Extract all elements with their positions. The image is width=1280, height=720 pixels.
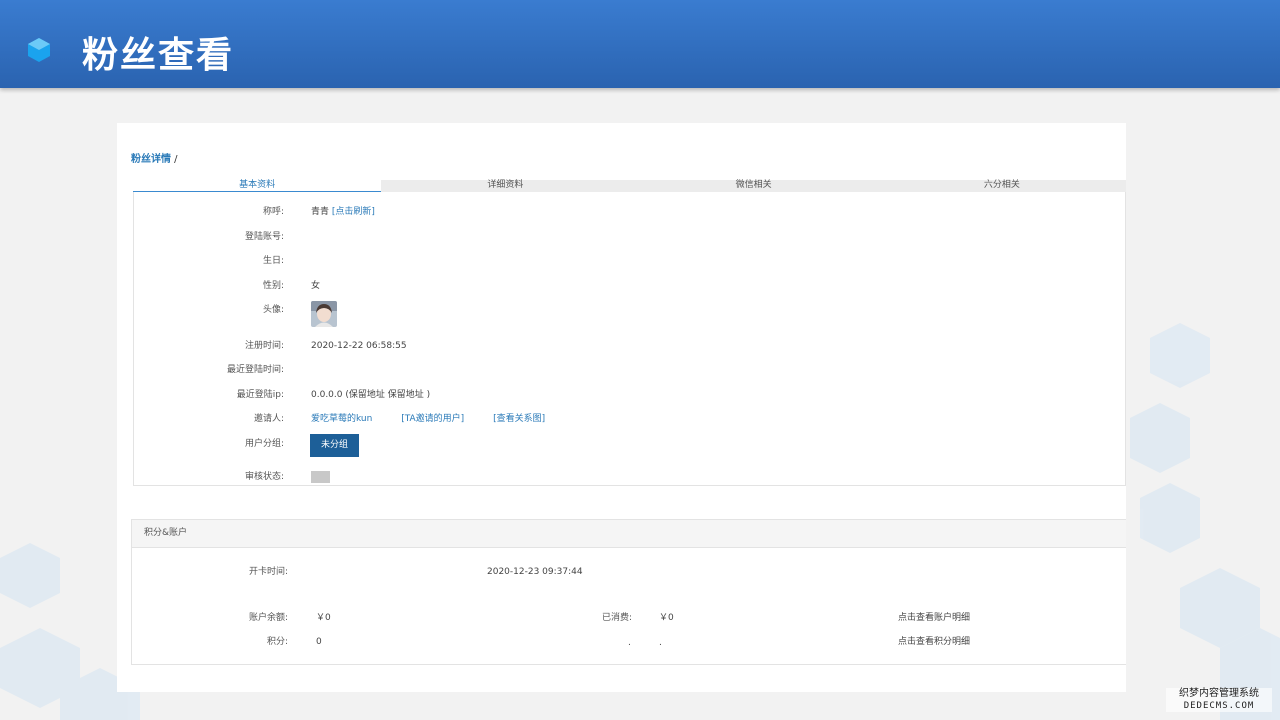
balance-label: 账户余额: [248, 613, 288, 623]
row-gender: 性别: 女 [134, 278, 1034, 294]
row-last-login-ip: 最近登陆ip: 0.0.0.0 (保留地址 保留地址 ) [134, 387, 1034, 403]
inviter-label: 邀请人: [253, 414, 284, 424]
row-login-account: 登陆账号: [134, 229, 1034, 245]
watermark-domain: DEDECMS.COM [1183, 701, 1255, 711]
score-label: 积分: [266, 637, 288, 647]
row-inviter: 邀请人: 爱吃草莓的kun [TA邀请的用户] [查看关系图] [134, 411, 1034, 427]
gender-value: 女 [311, 281, 321, 291]
nickname-label: 称呼: [262, 207, 284, 217]
avatar-label: 头像: [262, 305, 284, 315]
avatar[interactable] [311, 301, 337, 327]
balance-value: ￥0 [316, 613, 331, 623]
basic-info-content: 称呼: 青青 [点击刷新] 登陆账号: 生日: 性别: 女 头像: 注册时间: … [133, 192, 1126, 486]
row-user-group: 用户分组: [134, 436, 1034, 452]
tab-detailed-info[interactable]: 详细资料 [381, 180, 629, 192]
invited-users-link[interactable]: [TA邀请的用户] [401, 414, 464, 424]
birthday-label: 生日: [262, 256, 284, 266]
breadcrumb-separator: / [171, 154, 178, 165]
card-time-label: 开卡时间: [248, 567, 288, 577]
tab-liufen[interactable]: 六分相关 [878, 180, 1126, 192]
row-nickname: 称呼: 青青 [点击刷新] [134, 204, 1034, 220]
fan-detail-panel: 粉丝详情 / 基本资料 详细资料 微信相关 六分相关 称呼: 青青 [点击刷新]… [117, 123, 1126, 692]
consumed-value: ￥0 [659, 613, 674, 623]
nickname-value: 青青 [311, 207, 330, 217]
hexagon-icon [28, 38, 50, 62]
register-time-value: 2020-12-22 06:58:55 [311, 341, 407, 351]
register-time-label: 注册时间: [244, 341, 284, 351]
breadcrumb: 粉丝详情 / [131, 150, 178, 165]
tab-wechat[interactable]: 微信相关 [630, 180, 878, 192]
header-banner: 粉丝查看 [0, 0, 1280, 88]
watermark-title: 织梦内容管理系统 [1179, 688, 1259, 699]
last-login-ip-value: 0.0.0.0 (保留地址 保留地址 ) [311, 390, 431, 400]
breadcrumb-link-fan-detail[interactable]: 粉丝详情 [131, 154, 171, 165]
points-section-title: 积分&账户 [132, 520, 1126, 548]
gender-label: 性别: [262, 281, 284, 291]
points-account-section: 积分&账户 开卡时间: 2020-12-23 09:37:44 账户余额: ￥0… [131, 519, 1126, 665]
detail-tabs: 基本资料 详细资料 微信相关 六分相关 [133, 180, 1126, 192]
user-group-button[interactable]: 未分组 [310, 434, 359, 457]
score-mid-dot-1: . [628, 638, 631, 648]
account-detail-link[interactable]: 点击查看账户明细 [898, 611, 970, 625]
user-group-label: 用户分组: [244, 439, 284, 449]
row-register-time: 注册时间: 2020-12-22 06:58:55 [134, 338, 1034, 354]
review-status-label: 审核状态: [244, 472, 284, 482]
score-mid-dot-2: . [659, 638, 662, 648]
inviter-name-link[interactable]: 爱吃草莓的kun [311, 414, 372, 424]
row-last-login-time: 最近登陆时间: [134, 362, 1034, 378]
relation-graph-link[interactable]: [查看关系图] [493, 414, 545, 424]
row-avatar: 头像: [134, 302, 1034, 318]
page-title: 粉丝查看 [82, 35, 235, 76]
refresh-link[interactable]: [点击刷新] [332, 207, 375, 217]
login-account-label: 登陆账号: [244, 232, 284, 242]
last-login-ip-label: 最近登陆ip: [236, 390, 284, 400]
score-value: 0 [316, 637, 322, 647]
dedecms-watermark: 织梦内容管理系统 DEDECMS.COM [1166, 688, 1272, 712]
last-login-time-label: 最近登陆时间: [226, 365, 284, 375]
score-detail-link[interactable]: 点击查看积分明细 [898, 635, 970, 649]
review-status-badge [311, 471, 330, 483]
row-birthday: 生日: [134, 253, 1034, 269]
consumed-label: 已消费: [601, 613, 632, 623]
card-time-value: 2020-12-23 09:37:44 [487, 567, 583, 577]
tab-basic-info[interactable]: 基本资料 [133, 180, 382, 192]
row-review-status: 审核状态: [134, 469, 1034, 485]
